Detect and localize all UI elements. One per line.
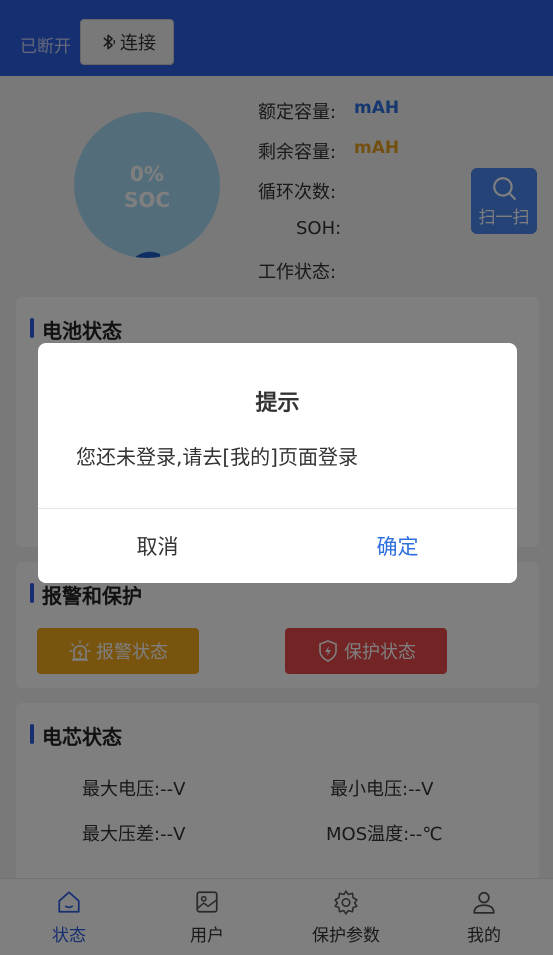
confirm-button[interactable]: 确定 bbox=[278, 509, 517, 583]
dialog-message: 您还未登录,请去[我的]页面登录 bbox=[76, 445, 358, 469]
login-prompt-dialog: 提示 您还未登录,请去[我的]页面登录 取消 确定 bbox=[38, 343, 517, 583]
dialog-title: 提示 bbox=[255, 391, 300, 416]
cancel-button[interactable]: 取消 bbox=[38, 509, 277, 583]
